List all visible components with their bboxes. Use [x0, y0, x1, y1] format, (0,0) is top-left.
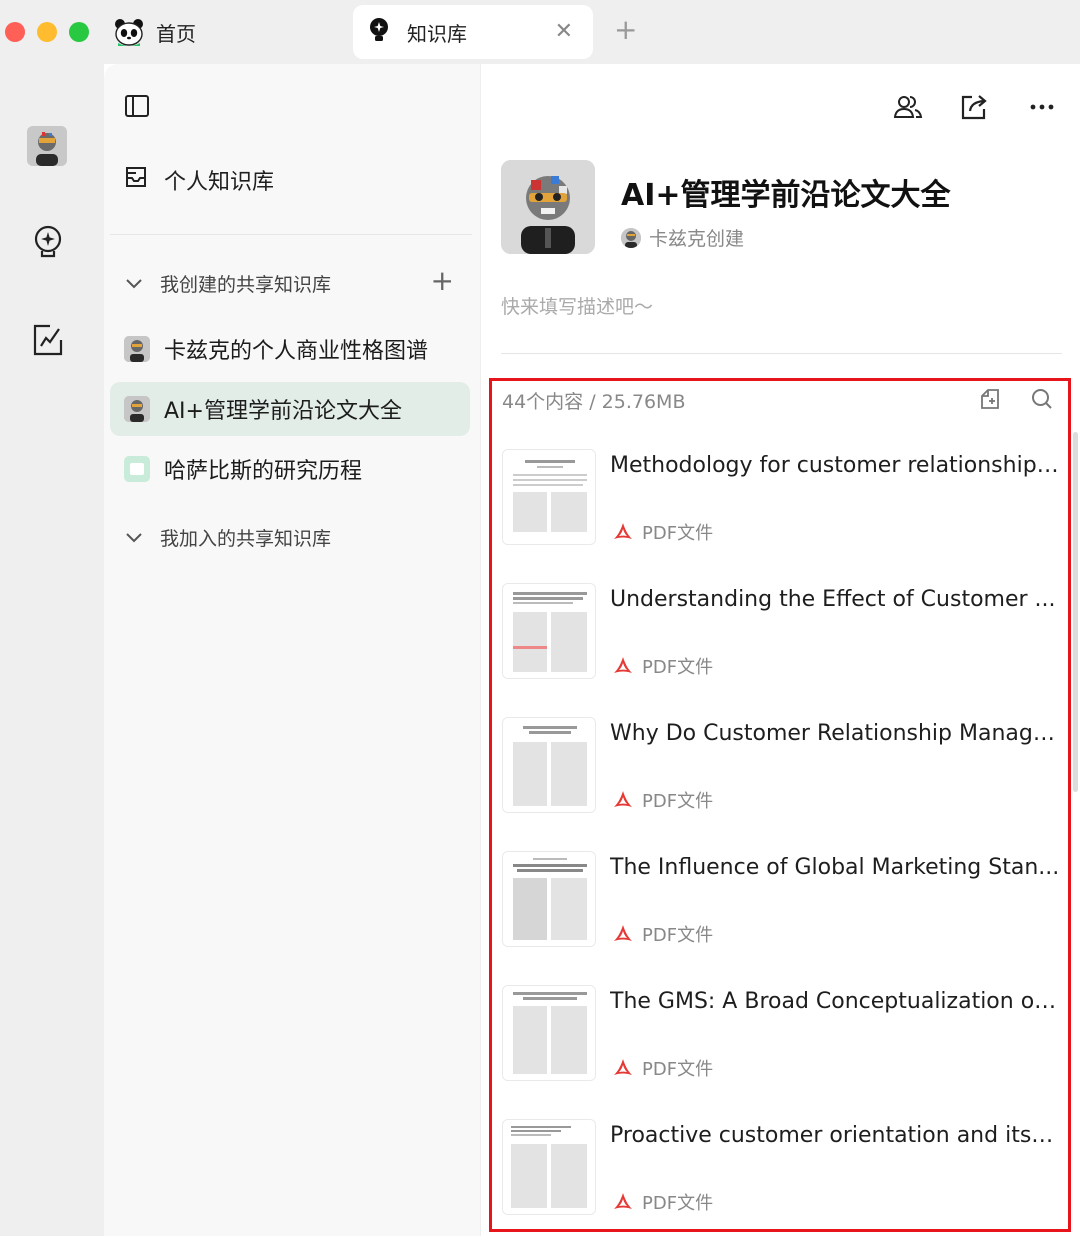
pdf-icon [612, 1191, 634, 1213]
list-item[interactable]: The GMS: A Broad Conceptualization of...… [502, 985, 1068, 1105]
sidebar-item-kb-1[interactable]: 卡兹克的个人商业性格图谱 [110, 322, 470, 376]
edit-icon[interactable] [30, 322, 66, 358]
list-item[interactable]: Understanding the Effect of Customer ...… [502, 583, 1068, 703]
document-type-label: PDF文件 [642, 1193, 714, 1214]
document-title: The GMS: A Broad Conceptualization of... [610, 989, 1060, 1014]
chevron-down-icon [126, 528, 142, 547]
document-type-label: PDF文件 [642, 1059, 714, 1080]
tab-knowledge-base-label: 知识库 [407, 21, 467, 46]
document-list: 44个内容 / 25.76MB Methodology for customer… [489, 378, 1071, 1232]
pdf-thumbnail [502, 449, 596, 545]
page-title: AI+管理学前沿论文大全 [621, 178, 951, 213]
content-count: 44个内容 / 25.76MB [502, 391, 686, 413]
pdf-thumbnail [502, 717, 596, 813]
joined-shared-group[interactable]: 我加入的共享知识库 [126, 524, 331, 551]
kb-cover-image [501, 160, 595, 254]
minimize-window-button[interactable] [37, 22, 57, 42]
document-type: PDF文件 [612, 653, 713, 679]
pdf-icon [612, 923, 634, 945]
pdf-icon [612, 789, 634, 811]
avatar[interactable] [27, 126, 67, 166]
sidebar-toggle-icon[interactable] [124, 94, 150, 118]
panda-icon [114, 17, 144, 47]
pdf-thumbnail [502, 1119, 596, 1215]
document-type: PDF文件 [612, 921, 713, 947]
pdf-icon [612, 655, 634, 677]
close-tab-icon[interactable]: ✕ [555, 19, 573, 44]
tab-knowledge-base[interactable]: 知识库 ✕ [353, 5, 593, 59]
document-title: The Influence of Global Marketing Stan..… [610, 855, 1060, 880]
members-icon[interactable] [893, 92, 923, 122]
bulb-icon [367, 17, 391, 47]
document-type-label: PDF文件 [642, 791, 714, 812]
sidebar-item-kb-2[interactable]: AI+管理学前沿论文大全 [110, 382, 470, 436]
document-title: Methodology for customer relationship ..… [610, 453, 1060, 478]
joined-shared-group-label: 我加入的共享知识库 [160, 528, 332, 550]
more-icon[interactable] [1027, 92, 1057, 122]
book-icon [124, 456, 150, 482]
sidebar-item-kb-3[interactable]: 哈萨比斯的研究历程 [110, 442, 470, 496]
close-window-button[interactable] [5, 22, 25, 42]
document-type: PDF文件 [612, 1055, 713, 1081]
list-item[interactable]: Why Do Customer Relationship Manage... P… [502, 717, 1068, 837]
title-bar: 首页 知识库 ✕ + [0, 0, 1080, 64]
pdf-thumbnail [502, 985, 596, 1081]
created-shared-group-label: 我创建的共享知识库 [160, 274, 332, 296]
scrollbar[interactable] [1073, 432, 1078, 792]
tab-home-label: 首页 [156, 21, 196, 46]
document-type: PDF文件 [612, 787, 713, 813]
list-item[interactable]: Proactive customer orientation and its r… [502, 1119, 1068, 1236]
document-type: PDF文件 [612, 1189, 713, 1215]
document-title: Proactive customer orientation and its r… [610, 1123, 1060, 1148]
document-title: Understanding the Effect of Customer ... [610, 587, 1056, 612]
list-item[interactable]: The Influence of Global Marketing Stan..… [502, 851, 1068, 971]
personal-knowledge-base-label: 个人知识库 [164, 170, 275, 195]
pdf-thumbnail [502, 851, 596, 947]
zoom-window-button[interactable] [69, 22, 89, 42]
inbox-icon [124, 165, 148, 195]
avatar [621, 227, 641, 248]
list-item[interactable]: Methodology for customer relationship ..… [502, 449, 1068, 569]
kb-thumbnail [124, 336, 150, 362]
share-icon[interactable] [959, 92, 989, 122]
pdf-icon [612, 1057, 634, 1079]
creator-label: 卡兹克创建 [649, 228, 745, 250]
created-shared-group[interactable]: 我创建的共享知识库 [126, 270, 331, 297]
creator-info: 卡兹克创建 [621, 224, 744, 251]
add-document-icon[interactable] [978, 387, 1002, 411]
sidebar-item-label: 卡兹克的个人商业性格图谱 [164, 339, 429, 364]
sidebar: 个人知识库 我创建的共享知识库 + 卡兹克的个人商业性格图谱 AI+管理学前沿论… [104, 64, 480, 1236]
tab-home[interactable]: 首页 [114, 14, 196, 50]
pdf-thumbnail [502, 583, 596, 679]
search-icon[interactable] [1030, 387, 1054, 411]
sidebar-item-label: 哈萨比斯的研究历程 [164, 459, 363, 484]
document-type-label: PDF文件 [642, 925, 714, 946]
left-rail [0, 64, 104, 1236]
chevron-down-icon [126, 274, 142, 293]
document-type: PDF文件 [612, 519, 713, 545]
description-input[interactable]: 快来填写描述吧～ [501, 292, 653, 319]
sidebar-divider [110, 234, 472, 235]
personal-knowledge-base[interactable]: 个人知识库 [124, 164, 274, 196]
main-panel: AI+管理学前沿论文大全 卡兹克创建 快来填写描述吧～ 44个内容 / 25.7… [480, 64, 1080, 1236]
pdf-icon [612, 521, 634, 543]
kb-thumbnail [124, 396, 150, 422]
main-divider [501, 353, 1062, 354]
document-type-label: PDF文件 [642, 657, 714, 678]
bulb-icon[interactable] [30, 224, 66, 260]
document-type-label: PDF文件 [642, 523, 714, 544]
document-title: Why Do Customer Relationship Manage... [610, 721, 1060, 746]
add-knowledge-base-button[interactable]: + [431, 266, 454, 296]
new-tab-button[interactable]: + [614, 14, 637, 46]
sidebar-item-label: AI+管理学前沿论文大全 [164, 399, 402, 424]
